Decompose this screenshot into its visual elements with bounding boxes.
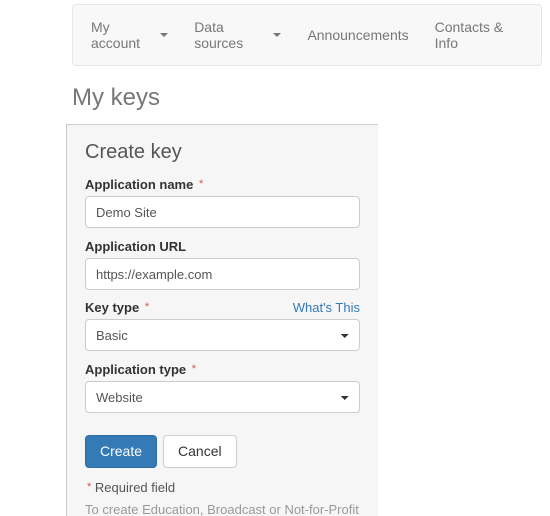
nav-contacts[interactable]: Contacts & Info <box>435 19 523 51</box>
nav-my-account-label: My account <box>91 19 156 51</box>
create-key-panel: Create key Application name * Applicatio… <box>66 124 378 516</box>
nav-announcements[interactable]: Announcements <box>307 27 408 43</box>
app-name-input[interactable] <box>85 196 360 228</box>
cancel-button[interactable]: Cancel <box>163 435 237 468</box>
chevron-down-icon <box>160 33 168 37</box>
page-title: My keys <box>72 84 550 112</box>
app-url-input[interactable] <box>85 258 360 290</box>
nav-my-account[interactable]: My account <box>91 19 168 51</box>
help-text: To create Education, Broadcast or Not-fo… <box>85 501 360 516</box>
app-type-select[interactable]: Website <box>85 381 360 413</box>
required-asterisk: * <box>145 301 149 313</box>
navbar: My account Data sources Announcements Co… <box>72 4 542 66</box>
key-type-select[interactable]: Basic <box>85 319 360 351</box>
app-type-label: Application type * <box>85 362 196 377</box>
create-button[interactable]: Create <box>85 435 157 468</box>
panel-heading: Create key <box>85 141 360 164</box>
required-note: * Required field <box>85 480 360 495</box>
nav-data-sources-label: Data sources <box>194 19 269 51</box>
app-url-label: Application URL <box>85 239 186 254</box>
app-name-label: Application name * <box>85 177 203 192</box>
required-asterisk: * <box>199 178 203 190</box>
chevron-down-icon <box>273 33 281 37</box>
key-type-label: Key type * <box>85 300 149 315</box>
required-asterisk: * <box>192 363 196 375</box>
nav-data-sources[interactable]: Data sources <box>194 19 281 51</box>
whats-this-link[interactable]: What's This <box>293 300 360 315</box>
